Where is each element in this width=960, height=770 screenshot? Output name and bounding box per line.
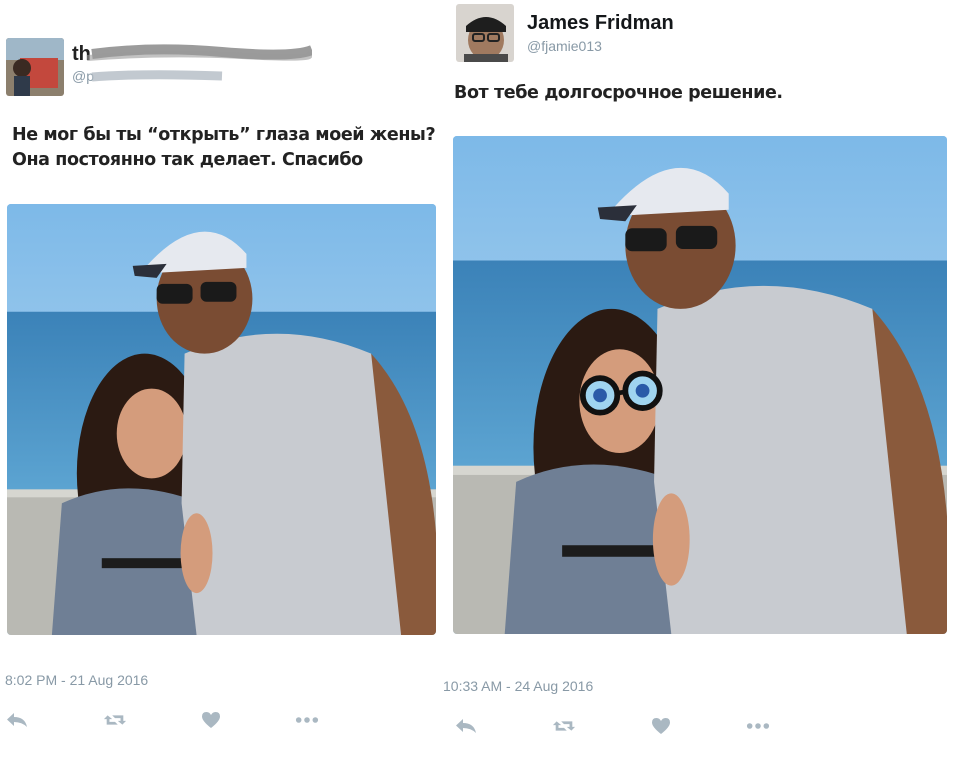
more-icon	[295, 717, 319, 723]
reply-button[interactable]	[5, 710, 29, 730]
tweet-text-line-2: Она постоянно так делает. Спасибо	[12, 150, 363, 170]
retweet-icon	[103, 715, 127, 725]
redacted-handle: @p	[72, 68, 223, 84]
more-button[interactable]	[746, 716, 770, 736]
reply-tweet: James Fridman @fjamie013 Вот тебе долгос…	[443, 0, 960, 770]
tweet-actions	[454, 716, 774, 736]
more-button[interactable]	[295, 710, 319, 730]
reply-button[interactable]	[454, 716, 478, 736]
user-handle[interactable]: @fjamie013	[527, 38, 602, 54]
heart-icon	[202, 712, 220, 728]
redacted-username: th	[72, 43, 312, 64]
tweet-text-line-1: Не мог бы ты “открыть” глаза моей жены?	[12, 125, 436, 145]
svg-text:@p: @p	[72, 68, 94, 84]
retweet-button[interactable]	[103, 710, 127, 730]
tweet-timestamp[interactable]: 8:02 PM - 21 Aug 2016	[5, 672, 148, 688]
tweet-photo[interactable]	[7, 204, 436, 635]
tweet-text: Вот тебе долгосрочное решение.	[454, 83, 783, 103]
retweet-button[interactable]	[552, 716, 576, 736]
heart-icon	[652, 718, 670, 734]
more-icon	[746, 723, 770, 729]
display-name[interactable]: James Fridman	[527, 12, 674, 35]
like-button[interactable]	[199, 710, 223, 730]
like-button[interactable]	[649, 716, 673, 736]
reply-icon	[456, 719, 476, 733]
user-avatar[interactable]	[6, 38, 64, 96]
user-avatar[interactable]	[456, 4, 514, 62]
tweet-timestamp[interactable]: 10:33 AM - 24 Aug 2016	[443, 678, 593, 694]
original-tweet: th @p Не мог бы ты “открыть” глаза моей …	[0, 0, 440, 770]
tweet-photo[interactable]	[453, 136, 947, 634]
tweet-text: Не мог бы ты “открыть” глаза моей жены? …	[12, 123, 437, 173]
reply-icon	[7, 713, 27, 727]
retweet-icon	[552, 721, 576, 731]
tweet-actions	[5, 710, 325, 730]
